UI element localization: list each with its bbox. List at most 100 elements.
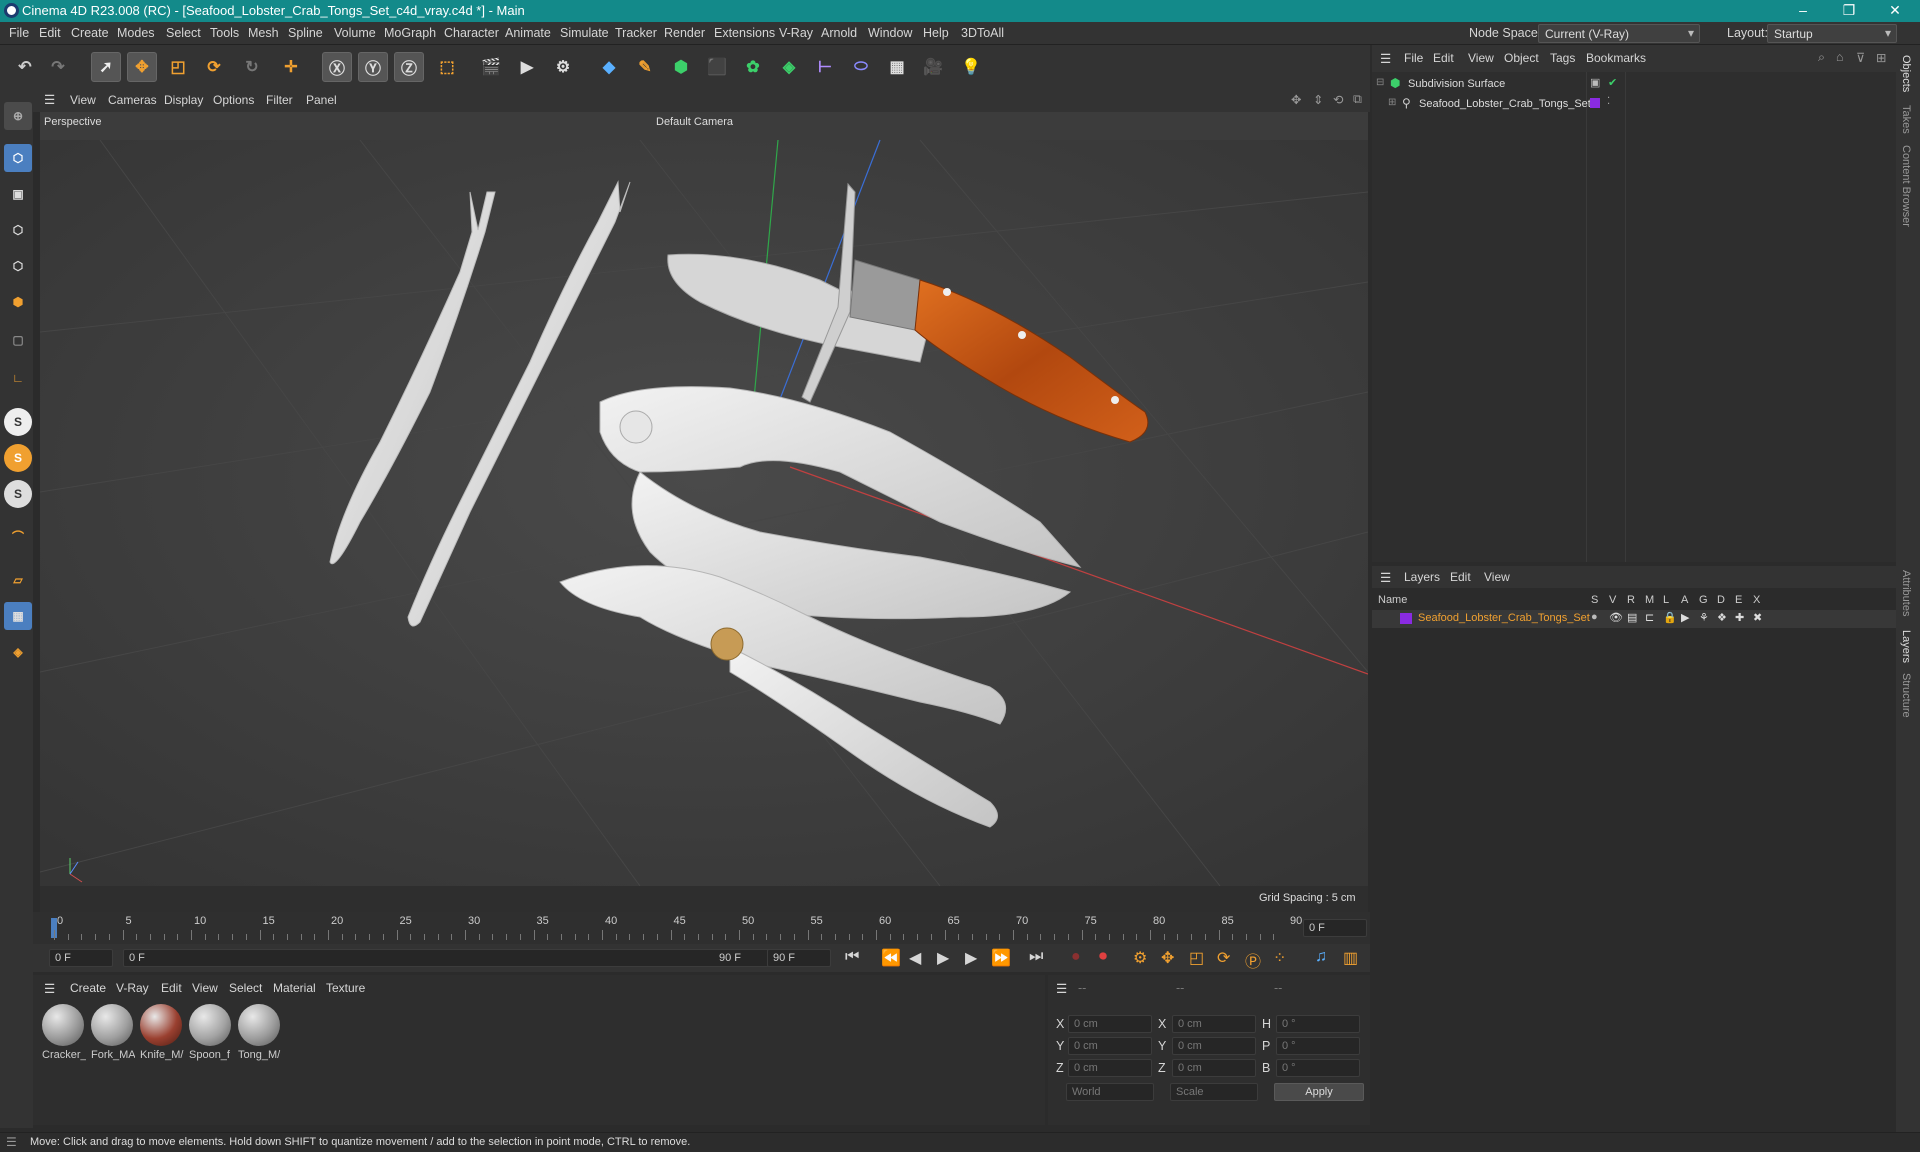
object-row[interactable]: ⊟ ⬢ Subdivision Surface ▣ ✔	[1372, 76, 1896, 94]
redo-icon[interactable]: ↷	[43, 52, 73, 82]
mat-menu-select[interactable]: Select	[229, 981, 262, 995]
coord-system-dropdown[interactable]: World	[1066, 1083, 1154, 1101]
menu-vray[interactable]: V-Ray	[779, 26, 813, 40]
viewport-rotate-icon[interactable]: ⟲	[1333, 92, 1343, 107]
layer-menu-edit[interactable]: Edit	[1450, 570, 1471, 584]
field-icon[interactable]: ⊢	[810, 52, 840, 82]
layer-row[interactable]: Seafood_Lobster_Crab_Tongs_Set ● 👁 ▤ ⊏ 🔒…	[1372, 610, 1896, 628]
next-frame-icon[interactable]: ▶	[965, 948, 977, 968]
next-key-icon[interactable]: ⏩	[991, 948, 1011, 968]
floor-icon[interactable]: ▦	[882, 52, 912, 82]
polygon-mode-icon[interactable]: ⬢	[4, 288, 32, 316]
key-rotation-icon[interactable]: ⟳	[1217, 948, 1230, 968]
layer-color-swatch[interactable]	[1400, 613, 1412, 624]
subdivision-surface-icon[interactable]: ⬢	[666, 52, 696, 82]
mat-menu-view[interactable]: View	[192, 981, 218, 995]
mat-menu-vray[interactable]: V-Ray	[116, 981, 149, 995]
key-parameter-icon[interactable]: Ⓟ	[1245, 948, 1261, 972]
menu-edit[interactable]: Edit	[39, 26, 61, 40]
menu-spline[interactable]: Spline	[288, 26, 323, 40]
extrude-icon[interactable]: ⬛	[702, 52, 732, 82]
menu-tools[interactable]: Tools	[210, 26, 239, 40]
menu-help[interactable]: Help	[923, 26, 949, 40]
layer-color-swatch[interactable]	[1590, 98, 1600, 108]
viewport-menu-options[interactable]: Options	[213, 93, 254, 107]
record-icon[interactable]: ●	[1071, 948, 1081, 966]
snap-settings-icon[interactable]: S	[4, 444, 32, 472]
coordinate-system-icon[interactable]: ⬚	[432, 52, 462, 82]
menu-create[interactable]: Create	[71, 26, 109, 40]
axis-mode-icon[interactable]: ∟	[4, 364, 32, 392]
keyframe-selection-icon[interactable]: ⚙	[1133, 948, 1147, 968]
obj-new-window-icon[interactable]: ⊞	[1876, 50, 1886, 65]
layer-xref-icon[interactable]: ✖	[1753, 611, 1762, 624]
rotation-h-field[interactable]: 0 °	[1276, 1015, 1360, 1033]
position-z-field[interactable]: 0 cm	[1068, 1059, 1152, 1077]
go-to-end-icon[interactable]: ⏭	[1029, 948, 1043, 966]
prev-frame-icon[interactable]: ◀	[909, 948, 921, 968]
minimize-button[interactable]: –	[1780, 0, 1826, 22]
obj-menu-bookmarks[interactable]: Bookmarks	[1586, 51, 1646, 65]
position-x-field[interactable]: 0 cm	[1068, 1015, 1152, 1033]
layer-solo-icon[interactable]: ●	[1591, 611, 1598, 623]
render-picture-viewer-icon[interactable]: ▶	[512, 52, 542, 82]
material-hamburger-icon[interactable]: ☰	[44, 981, 55, 996]
size-y-field[interactable]: 0 cm	[1172, 1037, 1256, 1055]
z-axis-lock-icon[interactable]: Ⓩ	[394, 52, 424, 82]
visibility-toggle-icon[interactable]: ▣	[1590, 76, 1600, 89]
rotation-b-field[interactable]: 0 °	[1276, 1059, 1360, 1077]
layer-render-icon[interactable]: ▤	[1627, 611, 1637, 624]
mat-menu-material[interactable]: Material	[273, 981, 316, 995]
timeline-window-icon[interactable]: ▥	[1343, 948, 1358, 968]
menu-render[interactable]: Render	[664, 26, 705, 40]
obj-filter-icon[interactable]: ⊽	[1856, 50, 1865, 65]
maximize-button[interactable]: ❐	[1826, 0, 1872, 22]
cube-primitive-icon[interactable]: ◆	[594, 52, 624, 82]
viewport-menu-cameras[interactable]: Cameras	[108, 93, 157, 107]
layer-expression-icon[interactable]: ✚	[1735, 611, 1744, 624]
mograph-cloner-icon[interactable]: ✿	[738, 52, 768, 82]
tab-layers[interactable]: Layers	[1900, 630, 1912, 663]
camera-label[interactable]: Default Camera	[656, 116, 733, 128]
menu-mograph[interactable]: MoGraph	[384, 26, 436, 40]
layout-dropdown[interactable]: Startup	[1767, 24, 1897, 43]
key-pla-icon[interactable]: ⁘	[1273, 948, 1286, 968]
viewport-menu-panel[interactable]: Panel	[306, 93, 337, 107]
object-hamburger-icon[interactable]: ☰	[1380, 51, 1391, 66]
layer-name[interactable]: Seafood_Lobster_Crab_Tongs_Set	[1418, 612, 1590, 624]
locked-workplane-icon[interactable]: ◈	[4, 638, 32, 666]
prev-key-icon[interactable]: ⏪	[881, 948, 901, 968]
texture-mode-icon[interactable]: ▣	[4, 180, 32, 208]
model-mode-icon[interactable]: ⬡	[4, 144, 32, 172]
start-frame-field[interactable]: 0 F	[49, 949, 113, 967]
deformer-icon[interactable]: ◈	[774, 52, 804, 82]
coord-mode-dropdown[interactable]: Scale	[1170, 1083, 1258, 1101]
object-name[interactable]: Subdivision Surface	[1408, 78, 1505, 90]
material-swatch-tong[interactable]	[238, 1004, 280, 1046]
menu-window[interactable]: Window	[868, 26, 912, 40]
autokey-icon[interactable]: ⏺	[1099, 948, 1107, 966]
play-icon[interactable]: ▶	[937, 948, 949, 968]
material-swatch-spoon[interactable]	[189, 1004, 231, 1046]
layer-manager-icon[interactable]: ⊏	[1645, 611, 1654, 624]
layer-deformer-icon[interactable]: ❖	[1717, 611, 1727, 624]
menu-file[interactable]: File	[9, 26, 29, 40]
scene-environment-icon[interactable]: ⬭	[846, 52, 876, 82]
key-scale-icon[interactable]: ◰	[1189, 948, 1204, 968]
menu-select[interactable]: Select	[166, 26, 201, 40]
workplane-icon[interactable]: ▱	[4, 566, 32, 594]
rotation-p-field[interactable]: 0 °	[1276, 1037, 1360, 1055]
end-frame-field[interactable]: 90 F	[767, 949, 831, 967]
viewport-menu-filter[interactable]: Filter	[266, 93, 293, 107]
coords-hamburger-icon[interactable]: ☰	[1056, 981, 1067, 996]
menu-tracker[interactable]: Tracker	[615, 26, 657, 40]
mat-menu-create[interactable]: Create	[70, 981, 106, 995]
y-axis-lock-icon[interactable]: Ⓨ	[358, 52, 388, 82]
viewport-move-icon[interactable]: ✥	[1291, 92, 1301, 107]
uv-mode-icon[interactable]: ▢	[4, 326, 32, 354]
grid-workplane-icon[interactable]: ▦	[4, 602, 32, 630]
size-z-field[interactable]: 0 cm	[1172, 1059, 1256, 1077]
layer-hamburger-icon[interactable]: ☰	[1380, 570, 1391, 585]
menu-character[interactable]: Character	[444, 26, 499, 40]
visibility-dots-icon[interactable]: ⁚	[1607, 96, 1610, 107]
